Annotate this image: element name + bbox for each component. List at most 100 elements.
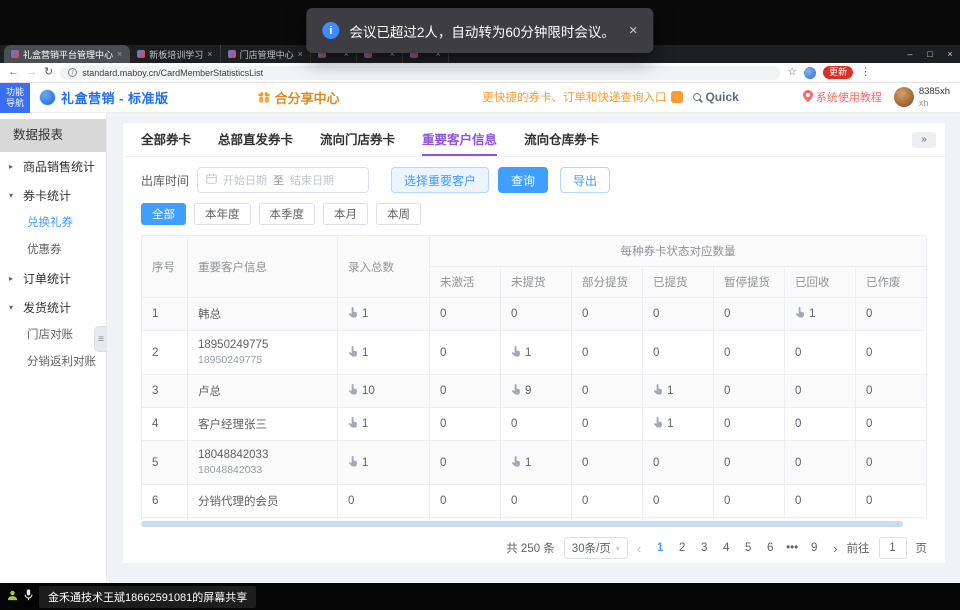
- customer-name: 18048842033: [198, 449, 327, 461]
- content-tab[interactable]: 总部直发券卡: [218, 123, 293, 156]
- status-count-cell[interactable]: 18: [501, 518, 572, 520]
- window-minimize-button[interactable]: –: [900, 45, 920, 63]
- panel-collapse-button[interactable]: »: [912, 132, 936, 148]
- browser-tab[interactable]: 礼盒营销平台管理中心×: [4, 45, 130, 63]
- select-customer-button[interactable]: 选择重要客户: [391, 167, 489, 193]
- url-bar[interactable]: i standard.maboy.cn/CardMemberStatistics…: [60, 66, 780, 80]
- quick-filter-chip[interactable]: 本季度: [259, 203, 316, 225]
- site-info-icon[interactable]: i: [68, 68, 77, 77]
- tab-close-icon[interactable]: ×: [117, 49, 122, 59]
- total-count-cell: 0: [338, 485, 430, 518]
- sidebar-collapse-handle[interactable]: ≡: [94, 326, 107, 352]
- status-count-cell[interactable]: 1: [643, 408, 714, 441]
- status-count-cell[interactable]: 1: [643, 375, 714, 408]
- sidebar-subitem[interactable]: 兑换礼券: [0, 210, 106, 237]
- status-count-cell: 0: [856, 485, 927, 518]
- content-tab[interactable]: 流向仓库券卡: [524, 123, 599, 156]
- reload-icon[interactable]: ↻: [44, 67, 53, 78]
- nav-toggle-label-2: 导航: [6, 98, 24, 108]
- content-tab[interactable]: 全部券卡: [141, 123, 191, 156]
- toast-message: 会议已超过2人，自动转为60分钟限时会议。: [349, 21, 615, 41]
- status-count-cell: 0: [572, 441, 643, 485]
- content-tab[interactable]: 重要客户信息: [422, 123, 497, 156]
- user-avatar[interactable]: [894, 87, 914, 107]
- quick-filter-chip[interactable]: 本月: [323, 203, 368, 225]
- tab-close-icon[interactable]: ×: [207, 49, 212, 59]
- back-icon[interactable]: ←: [8, 67, 19, 78]
- quick-entry-icon[interactable]: ›: [671, 91, 683, 103]
- brand-logo-icon: [39, 89, 56, 106]
- pagination-page[interactable]: 5: [738, 542, 758, 554]
- bookmark-icon[interactable]: ☆: [787, 67, 797, 78]
- sidebar-subitem[interactable]: 分销返利对账: [0, 349, 106, 376]
- status-count-cell[interactable]: 1: [501, 331, 572, 375]
- count-value: 0: [440, 385, 446, 397]
- share-center-link[interactable]: 合分享中心: [257, 88, 340, 107]
- date-range-picker[interactable]: 开始日期 至 结束日期: [197, 167, 369, 193]
- status-count-cell: 0: [785, 485, 856, 518]
- participant-icon[interactable]: [7, 588, 18, 606]
- nav-toggle-button[interactable]: 功能 导航: [0, 83, 30, 113]
- browser-update-button[interactable]: 更新: [823, 66, 853, 79]
- search-button[interactable]: 查询: [498, 167, 548, 193]
- pagination-page[interactable]: 1: [650, 542, 670, 554]
- export-button[interactable]: 导出: [560, 167, 610, 193]
- window-close-button[interactable]: ×: [940, 45, 960, 63]
- sidebar-item[interactable]: ▾发货统计: [0, 293, 106, 322]
- window-controls: – □ ×: [900, 45, 960, 63]
- sidebar-item[interactable]: ▾券卡统计: [0, 181, 106, 210]
- customer-name: 18950249775: [198, 339, 327, 351]
- status-count-cell: 0: [714, 441, 785, 485]
- total-count-cell[interactable]: 1: [338, 441, 430, 485]
- total-count-cell[interactable]: 1: [338, 331, 430, 375]
- quick-filter-chip[interactable]: 本周: [376, 203, 421, 225]
- total-count-cell[interactable]: 10: [338, 375, 430, 408]
- quick-filter-chip[interactable]: 本年度: [194, 203, 251, 225]
- next-page-button[interactable]: ›: [833, 541, 837, 556]
- forward-icon[interactable]: →: [26, 67, 37, 78]
- status-count-cell: 0: [785, 408, 856, 441]
- customer-cell: 分销代理的会员: [188, 485, 338, 518]
- tab-close-icon[interactable]: ×: [298, 49, 303, 59]
- goto-page-input[interactable]: [879, 537, 907, 559]
- status-count-cell[interactable]: 1: [501, 441, 572, 485]
- quick-filter-chip[interactable]: 全部: [141, 203, 186, 225]
- customer-table: 序号重要客户信息录入总数每种券卡状态对应数量未激活未提货部分提货已提货暂停提货已…: [141, 235, 927, 519]
- status-count-cell[interactable]: 1: [785, 298, 856, 331]
- prev-page-button[interactable]: ‹: [637, 541, 641, 556]
- pagination-page[interactable]: 2: [672, 542, 692, 554]
- status-count-cell: 0: [856, 375, 927, 408]
- browser-profile-avatar[interactable]: [804, 67, 816, 79]
- pagination-page[interactable]: 6: [760, 542, 780, 554]
- status-count-cell: 0: [643, 518, 714, 520]
- sidebar-item[interactable]: ▸订单统计: [0, 264, 106, 293]
- total-count-cell[interactable]: 20: [338, 518, 430, 520]
- status-count-cell: 0: [430, 441, 501, 485]
- total-count-cell[interactable]: 1: [338, 408, 430, 441]
- pagination-page[interactable]: 4: [716, 542, 736, 554]
- sidebar-subitem[interactable]: 优惠券: [0, 237, 106, 264]
- quick-search[interactable]: Quick: [693, 90, 738, 104]
- sidebar-item[interactable]: ▸商品销售统计: [0, 152, 106, 181]
- customer-table-wrap: 序号重要客户信息录入总数每种券卡状态对应数量未激活未提货部分提货已提货暂停提货已…: [141, 235, 927, 519]
- table-row: 1韩总10000010: [142, 298, 927, 331]
- menu-dots-icon[interactable]: ⋮: [860, 67, 871, 78]
- pagination-page[interactable]: 3: [694, 542, 714, 554]
- page-size-select[interactable]: 30条/页 ▾: [564, 537, 628, 559]
- window-maximize-button[interactable]: □: [920, 45, 940, 63]
- table-row: 7唐总2001800000: [142, 518, 927, 520]
- total-count-cell[interactable]: 1: [338, 298, 430, 331]
- toast-close-icon[interactable]: ×: [629, 22, 638, 39]
- sidebar-subitem[interactable]: 门店对账: [0, 322, 106, 349]
- count-value: 1: [362, 308, 368, 320]
- row-index: 4: [142, 408, 188, 441]
- row-index: 3: [142, 375, 188, 408]
- status-count-cell[interactable]: 9: [501, 375, 572, 408]
- browser-tab[interactable]: 新板培训学习×: [130, 45, 220, 63]
- browser-tab[interactable]: 门店管理中心×: [221, 45, 311, 63]
- content-tab[interactable]: 流向门店券卡: [320, 123, 395, 156]
- tutorial-link[interactable]: 系统使用教程: [803, 89, 882, 105]
- url-text: standard.maboy.cn/CardMemberStatisticsLi…: [82, 68, 263, 78]
- microphone-icon[interactable]: [24, 588, 33, 606]
- pagination-page[interactable]: 9: [804, 542, 824, 554]
